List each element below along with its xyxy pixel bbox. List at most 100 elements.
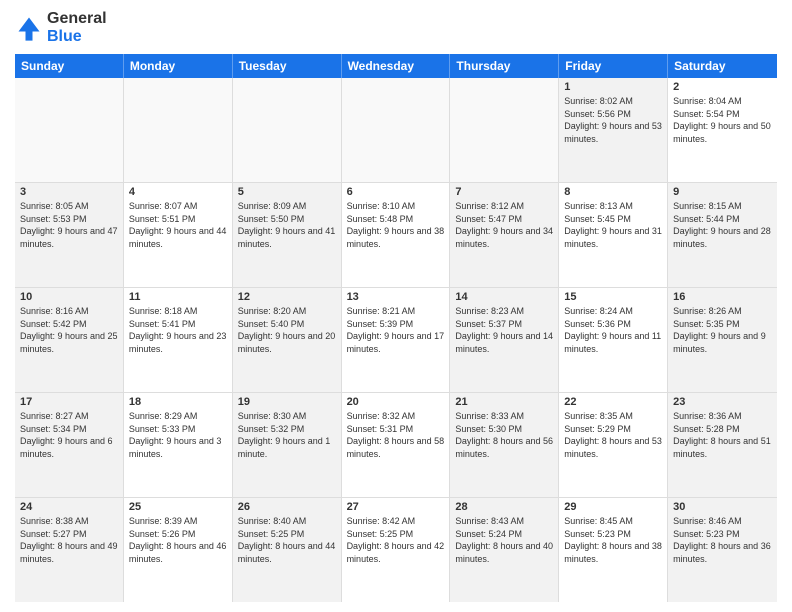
day-info: Sunrise: 8:39 AM Sunset: 5:26 PM Dayligh… — [129, 515, 227, 565]
day-info: Sunrise: 8:30 AM Sunset: 5:32 PM Dayligh… — [238, 410, 336, 460]
day-info: Sunrise: 8:04 AM Sunset: 5:54 PM Dayligh… — [673, 95, 772, 145]
day-cell-19: 19 Sunrise: 8:30 AM Sunset: 5:32 PM Dayli… — [233, 393, 342, 497]
day-number: 14 — [455, 291, 553, 303]
day-number: 1 — [564, 81, 662, 93]
day-cell-6: 6 Sunrise: 8:10 AM Sunset: 5:48 PM Daylig… — [342, 183, 451, 287]
header-day-monday: Monday — [124, 54, 233, 78]
day-number: 22 — [564, 396, 662, 408]
calendar-header: SundayMondayTuesdayWednesdayThursdayFrid… — [15, 54, 777, 78]
day-number: 24 — [20, 501, 118, 513]
day-info: Sunrise: 8:40 AM Sunset: 5:25 PM Dayligh… — [238, 515, 336, 565]
day-info: Sunrise: 8:27 AM Sunset: 5:34 PM Dayligh… — [20, 410, 118, 460]
calendar: SundayMondayTuesdayWednesdayThursdayFrid… — [15, 54, 777, 602]
day-number: 6 — [347, 186, 445, 198]
day-cell-2: 2 Sunrise: 8:04 AM Sunset: 5:54 PM Daylig… — [668, 78, 777, 182]
day-info: Sunrise: 8:16 AM Sunset: 5:42 PM Dayligh… — [20, 305, 118, 355]
day-cell-28: 28 Sunrise: 8:43 AM Sunset: 5:24 PM Dayli… — [450, 498, 559, 602]
day-info: Sunrise: 8:02 AM Sunset: 5:56 PM Dayligh… — [564, 95, 662, 145]
day-number: 12 — [238, 291, 336, 303]
day-number: 28 — [455, 501, 553, 513]
day-info: Sunrise: 8:32 AM Sunset: 5:31 PM Dayligh… — [347, 410, 445, 460]
day-number: 3 — [20, 186, 118, 198]
header-day-tuesday: Tuesday — [233, 54, 342, 78]
day-info: Sunrise: 8:18 AM Sunset: 5:41 PM Dayligh… — [129, 305, 227, 355]
day-number: 11 — [129, 291, 227, 303]
day-cell-25: 25 Sunrise: 8:39 AM Sunset: 5:26 PM Dayli… — [124, 498, 233, 602]
day-number: 8 — [564, 186, 662, 198]
calendar-body: 1 Sunrise: 8:02 AM Sunset: 5:56 PM Daylig… — [15, 78, 777, 602]
day-info: Sunrise: 8:36 AM Sunset: 5:28 PM Dayligh… — [673, 410, 772, 460]
day-cell-12: 12 Sunrise: 8:20 AM Sunset: 5:40 PM Dayli… — [233, 288, 342, 392]
day-info: Sunrise: 8:46 AM Sunset: 5:23 PM Dayligh… — [673, 515, 772, 565]
day-number: 30 — [673, 501, 772, 513]
day-info: Sunrise: 8:42 AM Sunset: 5:25 PM Dayligh… — [347, 515, 445, 565]
day-cell-8: 8Sunrise: 8:13 AM Sunset: 5:45 PM Daylig… — [559, 183, 668, 287]
day-cell-24: 24 Sunrise: 8:38 AM Sunset: 5:27 PM Dayli… — [15, 498, 124, 602]
calendar-row-3: 10 Sunrise: 8:16 AM Sunset: 5:42 PM Dayli… — [15, 288, 777, 393]
header-day-sunday: Sunday — [15, 54, 124, 78]
day-cell-26: 26 Sunrise: 8:40 AM Sunset: 5:25 PM Dayli… — [233, 498, 342, 602]
day-cell-30: 30 Sunrise: 8:46 AM Sunset: 5:23 PM Dayli… — [668, 498, 777, 602]
day-number: 5 — [238, 186, 336, 198]
day-cell-7: 7 Sunrise: 8:12 AM Sunset: 5:47 PM Daylig… — [450, 183, 559, 287]
calendar-row-1: 1 Sunrise: 8:02 AM Sunset: 5:56 PM Daylig… — [15, 78, 777, 183]
day-info: Sunrise: 8:26 AM Sunset: 5:35 PM Dayligh… — [673, 305, 772, 355]
day-info: Sunrise: 8:23 AM Sunset: 5:37 PM Dayligh… — [455, 305, 553, 355]
calendar-row-4: 17 Sunrise: 8:27 AM Sunset: 5:34 PM Dayli… — [15, 393, 777, 498]
day-number: 19 — [238, 396, 336, 408]
day-number: 13 — [347, 291, 445, 303]
day-info: Sunrise: 8:38 AM Sunset: 5:27 PM Dayligh… — [20, 515, 118, 565]
empty-cell-r0c4 — [450, 78, 559, 182]
empty-cell-r0c3 — [342, 78, 451, 182]
day-cell-21: 21Sunrise: 8:33 AM Sunset: 5:30 PM Dayli… — [450, 393, 559, 497]
empty-cell-r0c1 — [124, 78, 233, 182]
logo-icon — [15, 14, 43, 42]
day-cell-1: 1 Sunrise: 8:02 AM Sunset: 5:56 PM Daylig… — [559, 78, 668, 182]
day-number: 15 — [564, 291, 662, 303]
day-cell-17: 17 Sunrise: 8:27 AM Sunset: 5:34 PM Dayli… — [15, 393, 124, 497]
day-info: Sunrise: 8:43 AM Sunset: 5:24 PM Dayligh… — [455, 515, 553, 565]
day-cell-14: 14 Sunrise: 8:23 AM Sunset: 5:37 PM Dayli… — [450, 288, 559, 392]
day-number: 17 — [20, 396, 118, 408]
empty-cell-r0c0 — [15, 78, 124, 182]
day-number: 21 — [455, 396, 553, 408]
day-info: Sunrise: 8:45 AM Sunset: 5:23 PM Dayligh… — [564, 515, 662, 565]
day-number: 10 — [20, 291, 118, 303]
header-day-thursday: Thursday — [450, 54, 559, 78]
day-number: 7 — [455, 186, 553, 198]
day-info: Sunrise: 8:29 AM Sunset: 5:33 PM Dayligh… — [129, 410, 227, 460]
day-cell-13: 13Sunrise: 8:21 AM Sunset: 5:39 PM Dayli… — [342, 288, 451, 392]
header-day-friday: Friday — [559, 54, 668, 78]
day-cell-22: 22 Sunrise: 8:35 AM Sunset: 5:29 PM Dayli… — [559, 393, 668, 497]
day-info: Sunrise: 8:05 AM Sunset: 5:53 PM Dayligh… — [20, 200, 118, 250]
day-info: Sunrise: 8:35 AM Sunset: 5:29 PM Dayligh… — [564, 410, 662, 460]
day-cell-5: 5Sunrise: 8:09 AM Sunset: 5:50 PM Daylig… — [233, 183, 342, 287]
day-cell-10: 10 Sunrise: 8:16 AM Sunset: 5:42 PM Dayli… — [15, 288, 124, 392]
header: General Blue — [15, 10, 777, 46]
day-info: Sunrise: 8:10 AM Sunset: 5:48 PM Dayligh… — [347, 200, 445, 250]
day-number: 2 — [673, 81, 772, 93]
day-number: 25 — [129, 501, 227, 513]
empty-cell-r0c2 — [233, 78, 342, 182]
day-cell-16: 16 Sunrise: 8:26 AM Sunset: 5:35 PM Dayli… — [668, 288, 777, 392]
logo-text: General Blue — [47, 10, 107, 46]
day-number: 18 — [129, 396, 227, 408]
day-cell-20: 20Sunrise: 8:32 AM Sunset: 5:31 PM Dayli… — [342, 393, 451, 497]
day-info: Sunrise: 8:07 AM Sunset: 5:51 PM Dayligh… — [129, 200, 227, 250]
day-cell-23: 23 Sunrise: 8:36 AM Sunset: 5:28 PM Dayli… — [668, 393, 777, 497]
header-day-wednesday: Wednesday — [342, 54, 451, 78]
calendar-row-2: 3 Sunrise: 8:05 AM Sunset: 5:53 PM Daylig… — [15, 183, 777, 288]
day-number: 9 — [673, 186, 772, 198]
day-info: Sunrise: 8:15 AM Sunset: 5:44 PM Dayligh… — [673, 200, 772, 250]
day-cell-3: 3 Sunrise: 8:05 AM Sunset: 5:53 PM Daylig… — [15, 183, 124, 287]
day-cell-29: 29 Sunrise: 8:45 AM Sunset: 5:23 PM Dayli… — [559, 498, 668, 602]
day-number: 16 — [673, 291, 772, 303]
page: General Blue SundayMondayTuesdayWednesda… — [0, 0, 792, 612]
day-number: 29 — [564, 501, 662, 513]
day-number: 26 — [238, 501, 336, 513]
day-info: Sunrise: 8:12 AM Sunset: 5:47 PM Dayligh… — [455, 200, 553, 250]
day-info: Sunrise: 8:20 AM Sunset: 5:40 PM Dayligh… — [238, 305, 336, 355]
day-cell-11: 11 Sunrise: 8:18 AM Sunset: 5:41 PM Dayli… — [124, 288, 233, 392]
day-number: 27 — [347, 501, 445, 513]
day-number: 23 — [673, 396, 772, 408]
